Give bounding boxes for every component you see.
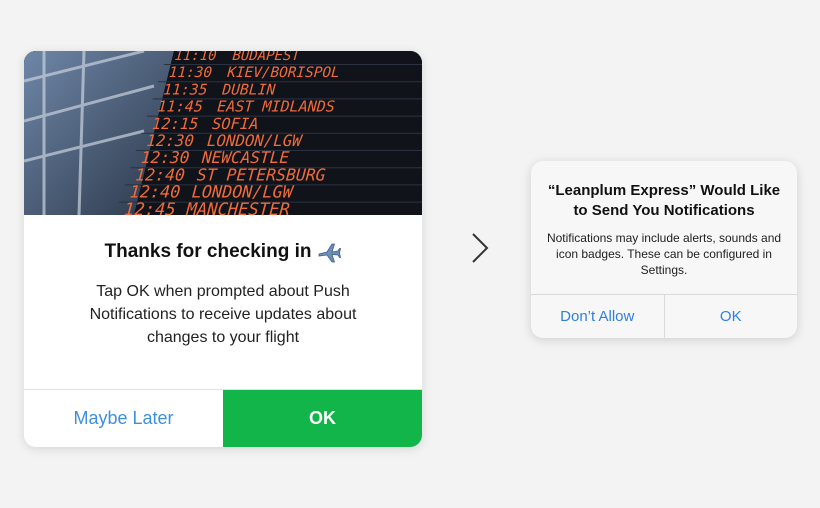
- board-destination: BUDAPEST: [232, 51, 302, 64]
- board-destination: LONDON/LGW: [206, 131, 304, 150]
- dont-allow-button[interactable]: Don’t Allow: [531, 295, 664, 338]
- departure-board-image: 11:10 BUDAPEST 11:30 KIEV/BORISPOL 11:35 DUBL…: [24, 51, 422, 215]
- dialog-message: Notifications may include alerts, sounds…: [546, 231, 782, 277]
- board-time: 12:40: [129, 182, 181, 202]
- board-destination: DUBLIN: [221, 81, 276, 98]
- card-body-text: Tap OK when prompted about Push Notifica…: [89, 283, 357, 346]
- chevron-right-icon: [472, 233, 489, 263]
- dialog-footer: Don’t Allow OK: [531, 294, 797, 338]
- ok-button[interactable]: OK: [223, 390, 422, 447]
- board-time: 11:45: [157, 98, 203, 116]
- departure-board-graphic: 11:10 BUDAPEST 11:30 KIEV/BORISPOL 11:35 DUBL…: [24, 51, 422, 215]
- board-time: 12:30: [146, 131, 195, 150]
- board-time: 11:30: [168, 65, 212, 81]
- maybe-later-button[interactable]: Maybe Later: [24, 390, 223, 447]
- board-destination: EAST MIDLANDS: [217, 98, 336, 116]
- board-destination: MANCHESTER: [185, 200, 291, 215]
- board-destination: KIEV/BORISPOL: [226, 65, 340, 81]
- notification-permission-dialog: “Leanplum Express” Would Like to Send Yo…: [531, 161, 797, 338]
- board-destination: LONDON/LGW: [191, 182, 295, 202]
- board-time: 12:30: [140, 148, 190, 167]
- card-footer: Maybe Later OK: [24, 389, 422, 447]
- board-destination: NEWCASTLE: [200, 148, 290, 167]
- airplane-icon: [317, 240, 342, 264]
- board-time: 11:35: [163, 81, 208, 98]
- allow-ok-button[interactable]: OK: [663, 295, 798, 338]
- checkin-card: 11:10 BUDAPEST 11:30 KIEV/BORISPOL 11:35 DUBL…: [24, 51, 422, 447]
- board-time: 12:45: [123, 200, 176, 215]
- card-title-row: Thanks for checking in: [24, 240, 422, 264]
- board-time: 11:10: [174, 51, 217, 64]
- card-title: Thanks for checking in: [104, 241, 312, 262]
- dialog-title: “Leanplum Express” Would Like to Send Yo…: [547, 182, 781, 219]
